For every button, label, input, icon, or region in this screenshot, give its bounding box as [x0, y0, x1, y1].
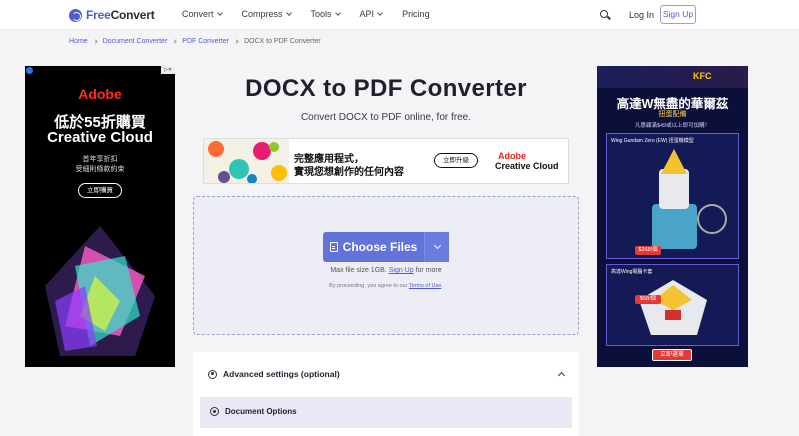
nav-pricing[interactable]: Pricing — [402, 9, 430, 19]
ad-price: $268/個 — [635, 246, 661, 255]
signup-link[interactable]: Sign Up — [389, 267, 414, 274]
breadcrumb: Home Document Converter PDF Converter DO… — [69, 38, 321, 45]
ad-brand: Adobe — [498, 151, 526, 161]
chevron-down-icon — [216, 10, 223, 16]
advanced-settings-toggle[interactable]: Advanced settings (optional) — [208, 369, 340, 379]
chevron-down-icon — [377, 10, 383, 16]
freeconvert-logo[interactable]: FreeConvert — [69, 8, 155, 22]
chevron-down-icon — [285, 10, 292, 16]
breadcrumb-current: DOCX to PDF Converter — [243, 38, 321, 45]
gear-icon — [210, 407, 219, 416]
chevron-right-icon — [93, 39, 98, 44]
left-ad-banner[interactable]: ▷✕ Adobe 低於55折購買 Creative Cloud 首年享折扣 受細… — [25, 66, 175, 367]
nav-api[interactable]: API — [360, 9, 383, 19]
chevron-down-icon — [433, 241, 442, 250]
nav-tools[interactable]: Tools — [311, 9, 341, 19]
ad-product-name: Wing Gundam Zero (EW) 扭蛋機模型 — [611, 138, 694, 144]
logo-icon — [69, 8, 82, 22]
ad-headline: 實現您想創作的任何內容 — [294, 167, 404, 178]
chevron-right-icon — [172, 39, 177, 44]
breadcrumb-home[interactable]: Home — [69, 38, 88, 45]
ad-headline-product: Creative Cloud — [47, 129, 153, 146]
ad-brand: KFC — [693, 71, 712, 81]
logo-convert-text: Convert — [110, 8, 155, 22]
top-header: FreeConvert Convert Compress Tools API P… — [0, 0, 799, 30]
ad-brand: Adobe — [78, 86, 122, 102]
ad-artwork — [204, 139, 289, 183]
ad-note: 凡惠顧滿$49或以上即可加購！ — [634, 123, 711, 129]
ad-product-image — [652, 149, 727, 249]
document-options-label: Document Options — [225, 407, 297, 416]
document-options-section[interactable]: Document Options — [200, 397, 572, 428]
ad-product-card: 高達Wing電腦卡套 $68/個 — [606, 264, 739, 346]
right-ad-banner[interactable]: KFC 高達W無盡的華爾茲 扭蛋配備 凡惠顧滿$49或以上即可加購！ Wing … — [597, 66, 748, 367]
breadcrumb-document-converter[interactable]: Document Converter — [103, 38, 168, 45]
chevron-right-icon — [234, 39, 239, 44]
ad-cta-button[interactable]: 立即升級 — [434, 153, 478, 168]
nav-convert[interactable]: Convert — [182, 9, 223, 19]
ad-product-card: Wing Gundam Zero (EW) 扭蛋機模型 $268/個 — [606, 133, 739, 259]
ad-subtitle: 扭蛋配備 — [658, 111, 687, 118]
breadcrumb-bar: Home Document Converter PDF Converter DO… — [0, 30, 799, 53]
logo-free-text: Free — [86, 8, 111, 22]
chevron-up-icon[interactable] — [557, 371, 566, 380]
choose-files-button-group: Choose Files — [323, 232, 449, 262]
search-icon[interactable] — [596, 6, 614, 24]
ad-price: $68/個 — [635, 295, 661, 304]
center-ad-banner[interactable]: 完整應用程式， 實現您想創作的任何內容 立即升級 Adobe Creative … — [203, 138, 569, 184]
gear-icon — [208, 369, 217, 379]
chevron-down-icon — [334, 10, 341, 16]
ad-product-name: 高達Wing電腦卡套 — [611, 269, 653, 275]
page-title: DOCX to PDF Converter — [245, 75, 527, 102]
login-link[interactable]: Log In — [629, 10, 654, 20]
terms-link[interactable]: Terms of Use — [409, 283, 441, 289]
signup-button[interactable]: Sign Up — [660, 5, 696, 24]
breadcrumb-pdf-converter[interactable]: PDF Converter — [182, 38, 229, 45]
ad-info-icon[interactable] — [26, 67, 33, 74]
file-dropzone[interactable] — [193, 196, 579, 335]
ad-cta-button[interactable]: 立即選單 — [652, 349, 692, 361]
ad-artwork — [45, 226, 155, 356]
upload-source-dropdown[interactable] — [424, 232, 449, 262]
ad-subtext: 受細則條款約束 — [75, 166, 125, 173]
terms-note: By proceeding, you agree to our Terms of… — [329, 283, 443, 289]
main-nav: Convert Compress Tools API Pricing — [182, 9, 450, 19]
ad-cta-button[interactable]: 立即購買 — [78, 183, 122, 198]
ad-product-image — [639, 280, 707, 335]
ad-close-icon[interactable]: ▷✕ — [161, 66, 175, 74]
file-icon — [329, 242, 338, 252]
max-file-size-note: Max file size 1GB. Sign Up for more — [330, 267, 442, 274]
ad-brand-product: Creative Cloud — [495, 161, 559, 171]
nav-compress[interactable]: Compress — [242, 9, 292, 19]
ad-subtext: 首年享折扣 — [82, 156, 118, 163]
choose-files-button[interactable]: Choose Files — [323, 232, 424, 262]
page-subtitle: Convert DOCX to PDF online, for free. — [300, 112, 472, 123]
